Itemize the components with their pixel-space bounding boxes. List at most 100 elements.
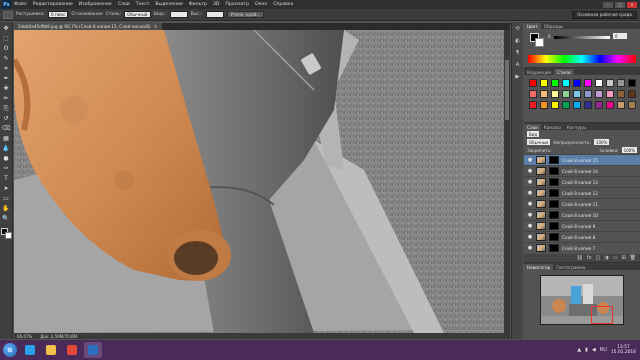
color-swatches[interactable]: [0, 228, 12, 239]
healing-tool[interactable]: ✚: [2, 85, 11, 93]
close-button[interactable]: ✕: [627, 1, 637, 8]
layer-row[interactable]: ● Слой 8 копия 9: [524, 220, 640, 231]
ie-app[interactable]: [21, 342, 39, 358]
menu-item[interactable]: Фильтр: [186, 2, 210, 7]
color-swatch[interactable]: [606, 101, 614, 109]
eyedropper-tool[interactable]: ✒: [2, 75, 11, 83]
refine-edge-button[interactable]: Уточн. край...: [226, 11, 265, 18]
tab-layers[interactable]: Слои: [524, 124, 541, 130]
layer-row[interactable]: ● Слой 8 копия 7: [524, 242, 640, 253]
explorer-app[interactable]: [42, 342, 60, 358]
color-swatch[interactable]: [540, 90, 548, 98]
adjustment-icon[interactable]: ◑: [604, 255, 608, 261]
color-swatch[interactable]: [562, 79, 570, 87]
tab-paths[interactable]: Контуры: [564, 124, 589, 130]
layer-mask-thumbnail[interactable]: [549, 156, 559, 164]
menu-item[interactable]: Файл: [11, 2, 30, 7]
image-canvas[interactable]: [14, 30, 510, 333]
visibility-eye-icon[interactable]: ●: [527, 157, 533, 163]
color-swatch[interactable]: [529, 90, 537, 98]
adjust-icon[interactable]: ◐: [514, 38, 522, 45]
tray-arrow-icon[interactable]: ▲: [577, 347, 581, 353]
style-select[interactable]: Обычный: [124, 11, 151, 18]
scroll-thumb[interactable]: [505, 60, 509, 120]
visibility-eye-icon[interactable]: ●: [527, 223, 533, 229]
new-layer-icon[interactable]: ⊞: [621, 255, 625, 261]
color-swatch[interactable]: [584, 90, 592, 98]
color-swatch[interactable]: [617, 79, 625, 87]
menu-item[interactable]: Выделение: [152, 2, 185, 7]
actions-icon[interactable]: ▶: [514, 74, 522, 81]
color-swatch[interactable]: [606, 79, 614, 87]
hand-tool[interactable]: ✋: [2, 205, 11, 213]
folder-icon[interactable]: ▭: [613, 255, 618, 261]
color-swatch[interactable]: [573, 90, 581, 98]
layer-mask-thumbnail[interactable]: [549, 189, 559, 197]
antialias-checkbox[interactable]: Сглаживание: [71, 12, 102, 17]
background-color-chip[interactable]: [535, 38, 544, 47]
k-value-input[interactable]: 0: [613, 33, 627, 39]
background-color[interactable]: [4, 232, 12, 239]
visibility-eye-icon[interactable]: ●: [527, 201, 533, 207]
pen-tool[interactable]: ✑: [2, 165, 11, 173]
tool-preset-picker[interactable]: [3, 10, 13, 19]
tab-adjustments[interactable]: Коррекция: [524, 69, 554, 75]
feather-input[interactable]: 0 пикс: [48, 11, 69, 18]
tab-navigator[interactable]: Навигатор: [524, 264, 554, 270]
workspace-switcher[interactable]: Основная рабочая среда: [572, 10, 637, 19]
tab-styles[interactable]: Стили: [554, 69, 574, 75]
color-spectrum[interactable]: [528, 55, 636, 63]
layer-mask-thumbnail[interactable]: [549, 233, 559, 241]
color-swatch[interactable]: [562, 101, 570, 109]
zoom-tool[interactable]: 🔍: [2, 215, 11, 223]
visibility-eye-icon[interactable]: ●: [527, 168, 533, 174]
layer-row[interactable]: ● Слой 8 копия 14: [524, 165, 640, 176]
color-swatch[interactable]: [551, 79, 559, 87]
tab-color[interactable]: Цвет: [524, 23, 541, 29]
dodge-tool[interactable]: ●: [2, 155, 11, 163]
menu-item[interactable]: Изображение: [76, 2, 115, 7]
color-swatch[interactable]: [562, 90, 570, 98]
type-tool[interactable]: T: [2, 175, 11, 183]
fx-icon[interactable]: fx: [587, 255, 592, 261]
minimize-button[interactable]: –: [603, 1, 613, 8]
color-swatch[interactable]: [595, 90, 603, 98]
color-swatch[interactable]: [584, 101, 592, 109]
color-swatch[interactable]: [628, 90, 636, 98]
clock[interactable]: 13:57 15.01.2016: [611, 345, 636, 355]
menu-item[interactable]: Просмотр: [222, 2, 252, 7]
history-brush-tool[interactable]: ↺: [2, 115, 11, 123]
color-swatch[interactable]: [617, 90, 625, 98]
color-swatch[interactable]: [551, 101, 559, 109]
layer-kind-filter[interactable]: Вид: [527, 131, 540, 137]
language-indicator[interactable]: RU: [600, 347, 607, 353]
trash-icon[interactable]: 🗑: [630, 255, 636, 261]
layer-mask-thumbnail[interactable]: [549, 200, 559, 208]
menu-item[interactable]: Слои: [115, 2, 133, 7]
menu-item[interactable]: 3D: [210, 2, 222, 7]
color-swatch[interactable]: [573, 79, 581, 87]
color-swatch[interactable]: [628, 101, 636, 109]
color-swatch[interactable]: [540, 101, 548, 109]
layer-row[interactable]: ● Слой 8 копия 15: [524, 154, 640, 165]
network-icon[interactable]: ▮: [585, 347, 588, 353]
layer-mask-thumbnail[interactable]: [549, 222, 559, 230]
color-swatch[interactable]: [551, 90, 559, 98]
tab-histogram[interactable]: Гистограмма: [553, 264, 588, 270]
layer-mask-thumbnail[interactable]: [549, 178, 559, 186]
color-swatch[interactable]: [628, 79, 636, 87]
layer-row[interactable]: ● Слой 8 копия 13: [524, 176, 640, 187]
menu-item[interactable]: Редактирование: [30, 2, 76, 7]
visibility-eye-icon[interactable]: ●: [527, 190, 533, 196]
color-swatch[interactable]: [540, 79, 548, 87]
blur-tool[interactable]: 💧: [2, 145, 11, 153]
quick-select-tool[interactable]: ✎: [2, 55, 11, 63]
shape-tool[interactable]: ▭: [2, 195, 11, 203]
paragraph-icon[interactable]: ¶: [514, 50, 522, 57]
layer-row[interactable]: ● Слой 8 копия 12: [524, 187, 640, 198]
mask-icon[interactable]: ◫: [596, 255, 601, 261]
start-button[interactable]: ⊞: [3, 343, 17, 357]
color-swatch[interactable]: [529, 101, 537, 109]
zoom-level[interactable]: 66,67%: [17, 334, 32, 339]
width-input[interactable]: [169, 11, 188, 18]
